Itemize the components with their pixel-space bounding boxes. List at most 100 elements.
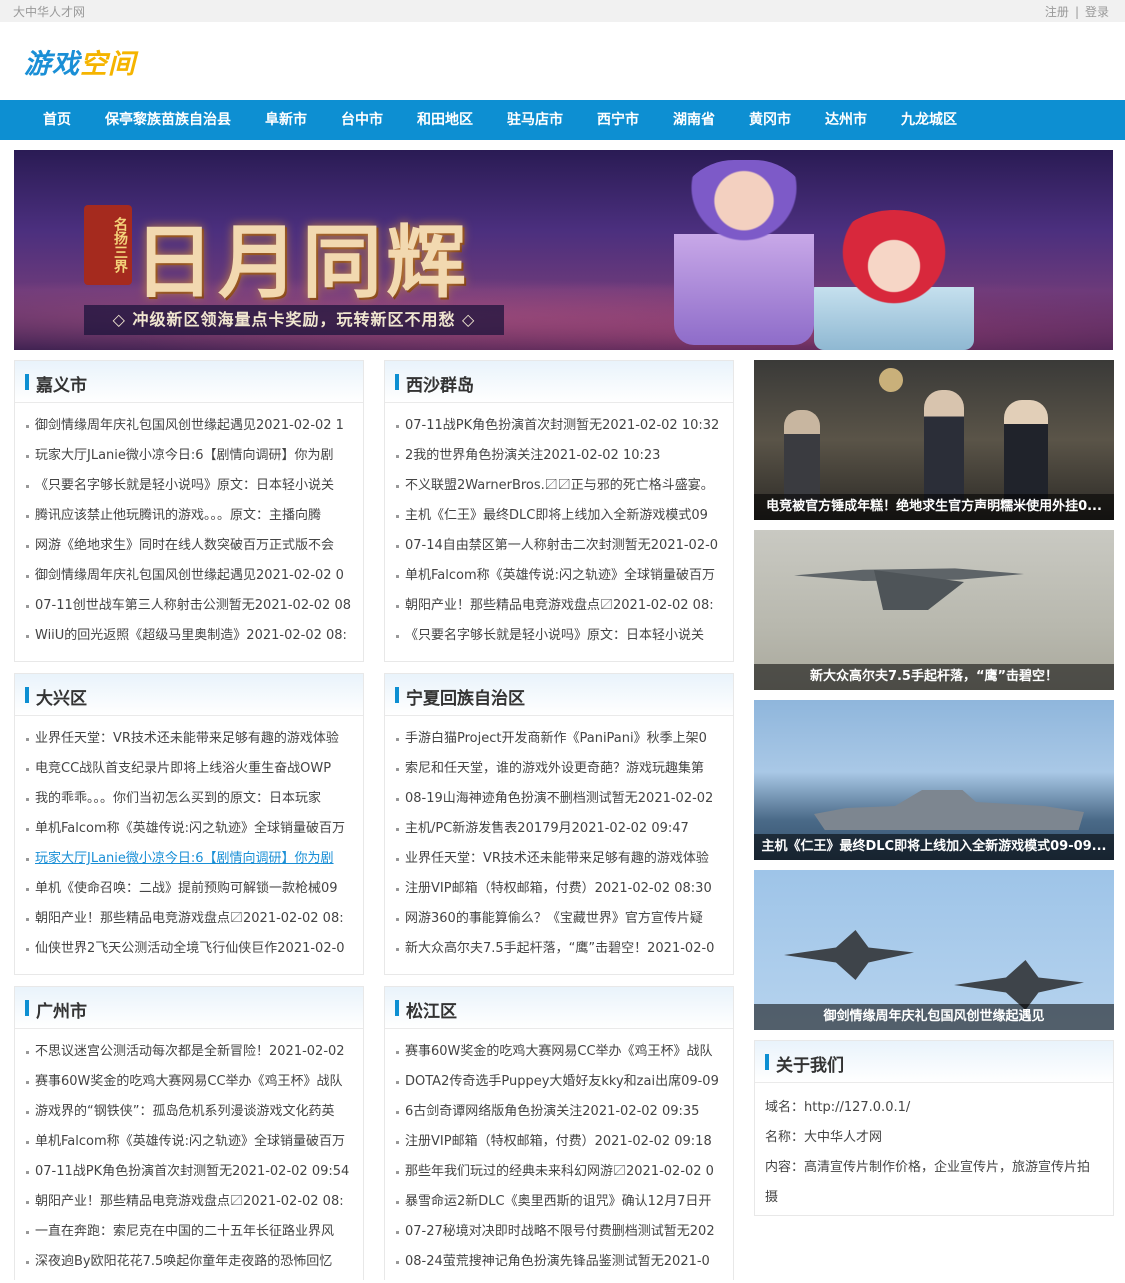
list-item[interactable]: 主机/PC新游发售表20179月2021-02-02 09:47 bbox=[395, 814, 723, 844]
nav-item[interactable]: 西宁市 bbox=[580, 100, 656, 140]
list-item[interactable]: 一直在奔跑：索尼克在中国的二十五年长征路业界风 bbox=[25, 1217, 353, 1247]
photo-caption[interactable]: 新大众高尔夫7.5手起杆落，“鹰”击碧空！ bbox=[754, 664, 1114, 690]
name-label: 名称： bbox=[765, 1130, 805, 1145]
list-item[interactable]: 新大众高尔夫7.5手起杆落，“鹰”击碧空！2021-02-0 bbox=[395, 934, 723, 964]
list-item[interactable]: 网游《绝地求生》同时在线人数突破百万正式版不会 bbox=[25, 531, 353, 561]
main-nav: 首页 保亭黎族苗族自治县 阜新市 台中市 和田地区 驻马店市 西宁市 湖南省 黄… bbox=[0, 100, 1125, 140]
panel-title[interactable]: 宁夏回族自治区 bbox=[406, 684, 525, 709]
login-link[interactable]: 登录 bbox=[1085, 5, 1109, 19]
nav-item[interactable]: 阜新市 bbox=[248, 100, 324, 140]
panel-header-bar bbox=[765, 1054, 769, 1070]
logo-part2: 空间 bbox=[80, 49, 136, 80]
photo-card[interactable]: 电竞被官方锤成年糕！绝地求生官方声明糯米使用外挂0... bbox=[754, 360, 1114, 520]
list-item[interactable]: 游戏界的“钢铁侠”：孤岛危机系列漫谈游戏文化药英 bbox=[25, 1097, 353, 1127]
site-logo[interactable]: 游戏空间 bbox=[24, 42, 136, 81]
about-name-row: 名称：大中华人才网 bbox=[765, 1123, 1103, 1153]
list-item[interactable]: 2我的世界角色扮演关注2021-02-02 10:23 bbox=[395, 441, 723, 471]
panel-header: 嘉义市 bbox=[15, 361, 363, 403]
list-item[interactable]: 那些年我们玩过的经典未来科幻网游〼2021-02-02 0 bbox=[395, 1157, 723, 1187]
domain-label: 域名： bbox=[765, 1100, 805, 1115]
list-item[interactable]: 仙侠世界2飞天公测活动全境飞行仙侠巨作2021-02-0 bbox=[25, 934, 353, 964]
nav-item[interactable]: 湖南省 bbox=[656, 100, 732, 140]
nav-item[interactable]: 驻马店市 bbox=[490, 100, 580, 140]
auth-links: 注册 | 登录 bbox=[1045, 3, 1109, 20]
list-item[interactable]: 07-14自由禁区第一人称射击二次封测暂无2021-02-0 bbox=[395, 531, 723, 561]
list-item[interactable]: 御剑情缘周年庆礼包国风创世缘起遇见2021-02-02 0 bbox=[25, 561, 353, 591]
photo-caption[interactable]: 主机《仁王》最终DLC即将上线加入全新游戏模式09-09... bbox=[754, 834, 1114, 860]
photo-card[interactable]: 新大众高尔夫7.5手起杆落，“鹰”击碧空！ bbox=[754, 530, 1114, 690]
list-item[interactable]: 玩家大厅JLanie微小凉今日:6【剧情向调研】你为剧 bbox=[25, 441, 353, 471]
jet-image bbox=[784, 930, 914, 980]
list-item[interactable]: 深夜逈By欧阳花花7.5唤起你童年走夜路的恐怖回忆 bbox=[25, 1247, 353, 1277]
news-list: 不思议迷宫公测活动每次都是全新冒险！2021-02-02 赛事60W奖金的吃鸡大… bbox=[15, 1029, 363, 1283]
news-panel: 广州市 不思议迷宫公测活动每次都是全新冒险！2021-02-02 赛事60W奖金… bbox=[14, 986, 364, 1280]
register-link[interactable]: 注册 bbox=[1045, 5, 1069, 19]
list-item[interactable]: 御剑情缘周年庆礼包国风创世缘起遇见2021-02-02 1 bbox=[25, 411, 353, 441]
list-item[interactable]: 朝阳产业！那些精品电竞游戏盘点〼2021-02-02 08: bbox=[25, 904, 353, 934]
list-item[interactable]: 07-11创世战车第三人称射击公测暂无2021-02-02 08 bbox=[25, 591, 353, 621]
top-bar: 大中华人才网 注册 | 登录 bbox=[0, 0, 1125, 22]
panel-title[interactable]: 西沙群岛 bbox=[406, 371, 474, 396]
list-item[interactable]: 暴雪命运2新DLC《奥里西斯的诅咒》确认12月7日开 bbox=[395, 1187, 723, 1217]
list-item[interactable]: 腾讯应该禁止他玩腾讯的游戏。。。原文：主播向腾 bbox=[25, 501, 353, 531]
list-item[interactable]: 朝阳产业！那些精品电竞游戏盘点〼2021-02-02 08: bbox=[395, 591, 723, 621]
auth-separator: | bbox=[1074, 5, 1079, 19]
list-item[interactable]: 朝阳产业！那些精品电竞游戏盘点〼2021-02-02 08: bbox=[25, 1187, 353, 1217]
banner-character-purple bbox=[674, 160, 814, 345]
nav-item[interactable]: 达州市 bbox=[808, 100, 884, 140]
nav-item[interactable]: 台中市 bbox=[324, 100, 400, 140]
nav-item[interactable]: 黄冈市 bbox=[732, 100, 808, 140]
list-item[interactable]: 《只要名字够长就是轻小说吗》原文：日本轻小说关 bbox=[395, 621, 723, 651]
list-item[interactable]: 手游白猫Project开发商新作《PaniPani》秋季上架0 bbox=[395, 724, 723, 754]
list-item[interactable]: 注册VIP邮箱（特权邮箱，付费）2021-02-02 08:30 bbox=[395, 874, 723, 904]
list-item[interactable]: 赛事60W奖金的吃鸡大赛网易CC举办《鸡王杯》战队 bbox=[395, 1037, 723, 1067]
list-item[interactable]: 赛事60W奖金的吃鸡大赛网易CC举办《鸡王杯》战队 bbox=[25, 1067, 353, 1097]
about-domain-row: 域名：http://127.0.0.1/ bbox=[765, 1093, 1103, 1123]
promo-banner[interactable]: 名扬三界 日月同辉 ◇ 冲级新区领海量点卡奖励，玩转新区不用愁 ◇ bbox=[14, 150, 1113, 350]
list-item[interactable]: 6古剑奇谭网络版角色扮演关注2021-02-02 09:35 bbox=[395, 1097, 723, 1127]
list-item[interactable]: 业界任天堂：VR技术还未能带来足够有趣的游戏体验 bbox=[25, 724, 353, 754]
list-item[interactable]: 电竞CC战队首支纪录片即将上线浴火重生奋战OWP bbox=[25, 754, 353, 784]
panel-title[interactable]: 松江区 bbox=[406, 997, 457, 1022]
list-item[interactable]: 单机Falcom称《英雄传说:闪之轨迹》全球销量破百万 bbox=[25, 1127, 353, 1157]
about-panel: 关于我们 域名：http://127.0.0.1/ 名称：大中华人才网 内容：高… bbox=[754, 1040, 1114, 1216]
list-item[interactable]: 单机《使命召唤：二战》提前预购可解锁一款枪械09 bbox=[25, 874, 353, 904]
list-item[interactable]: 不义联盟2WarnerBros.〼〼正与邪的死亡格斗盛宴。 bbox=[395, 471, 723, 501]
domain-value[interactable]: http://127.0.0.1/ bbox=[804, 1100, 910, 1115]
list-item[interactable]: 08-19山海神迹角色扮演不删档测试暂无2021-02-02 bbox=[395, 784, 723, 814]
content-label: 内容： bbox=[765, 1160, 805, 1175]
list-item[interactable]: 注册VIP邮箱（特权邮箱，付费）2021-02-02 09:18 bbox=[395, 1127, 723, 1157]
list-item[interactable]: DOTA2传奇选手Puppey大婚好友kky和zai出席09-09 bbox=[395, 1067, 723, 1097]
list-item[interactable]: 08-24萤荒搜神记角色扮演先锋品鉴测试暂无2021-0 bbox=[395, 1247, 723, 1277]
list-item[interactable]: 单机Falcom称《英雄传说:闪之轨迹》全球销量破百万 bbox=[395, 561, 723, 591]
panel-title[interactable]: 嘉义市 bbox=[36, 371, 87, 396]
list-item[interactable]: 索尼和任天堂，谁的游戏外设更奇葩？游戏玩趣集第 bbox=[395, 754, 723, 784]
list-item[interactable]: 主机《仁王》最终DLC即将上线加入全新游戏模式09 bbox=[395, 501, 723, 531]
list-item[interactable]: 07-11战PK角色扮演首次封测暂无2021-02-02 09:54 bbox=[25, 1157, 353, 1187]
panel-title[interactable]: 大兴区 bbox=[36, 684, 87, 709]
nav-item-home[interactable]: 首页 bbox=[26, 100, 88, 140]
list-item[interactable]: 07-27秘境对决即时战略不限号付费删档测试暂无202 bbox=[395, 1217, 723, 1247]
photo-card[interactable]: 御剑情缘周年庆礼包国风创世缘起遇见 bbox=[754, 870, 1114, 1030]
panel-title[interactable]: 广州市 bbox=[36, 997, 87, 1022]
list-item[interactable]: 我的乖乖。。。你们当初怎么买到的原文：日本玩家 bbox=[25, 784, 353, 814]
list-item[interactable]: 《只要名字够长就是轻小说吗》原文：日本轻小说关 bbox=[25, 471, 353, 501]
list-item-hovered[interactable]: 玩家大厅JLanie微小凉今日:6【剧情向调研】你为剧 bbox=[25, 844, 353, 874]
nav-item[interactable]: 和田地区 bbox=[400, 100, 490, 140]
news-panel: 大兴区 业界任天堂：VR技术还未能带来足够有趣的游戏体验 电竞CC战队首支纪录片… bbox=[14, 673, 364, 975]
list-item[interactable]: 单机Falcom称《英雄传说:闪之轨迹》全球销量破百万 bbox=[25, 814, 353, 844]
photo-card[interactable]: 主机《仁王》最终DLC即将上线加入全新游戏模式09-09... bbox=[754, 700, 1114, 860]
nav-item[interactable]: 保亭黎族苗族自治县 bbox=[88, 100, 248, 140]
list-item[interactable]: 不思议迷宫公测活动每次都是全新冒险！2021-02-02 bbox=[25, 1037, 353, 1067]
news-list: 手游白猫Project开发商新作《PaniPani》秋季上架0 索尼和任天堂，谁… bbox=[385, 716, 733, 970]
news-list: 07-11战PK角色扮演首次封测暂无2021-02-02 10:32 2我的世界… bbox=[385, 403, 733, 657]
list-item[interactable]: 业界任天堂：VR技术还未能带来足够有趣的游戏体验 bbox=[395, 844, 723, 874]
logo-part1: 游戏 bbox=[24, 49, 80, 80]
list-item[interactable]: 07-11战PK角色扮演首次封测暂无2021-02-02 10:32 bbox=[395, 411, 723, 441]
list-item[interactable]: WiiU的回光返照《超级马里奥制造》2021-02-02 08: bbox=[25, 621, 353, 651]
photo-caption[interactable]: 御剑情缘周年庆礼包国风创世缘起遇见 bbox=[754, 1004, 1114, 1030]
photo-caption[interactable]: 电竞被官方锤成年糕！绝地求生官方声明糯米使用外挂0... bbox=[754, 494, 1114, 520]
photo-figure bbox=[924, 390, 964, 510]
list-item[interactable]: 网游360的事能算偷么？《宝藏世界》官方宣传片疑 bbox=[395, 904, 723, 934]
nav-item[interactable]: 九龙城区 bbox=[884, 100, 974, 140]
